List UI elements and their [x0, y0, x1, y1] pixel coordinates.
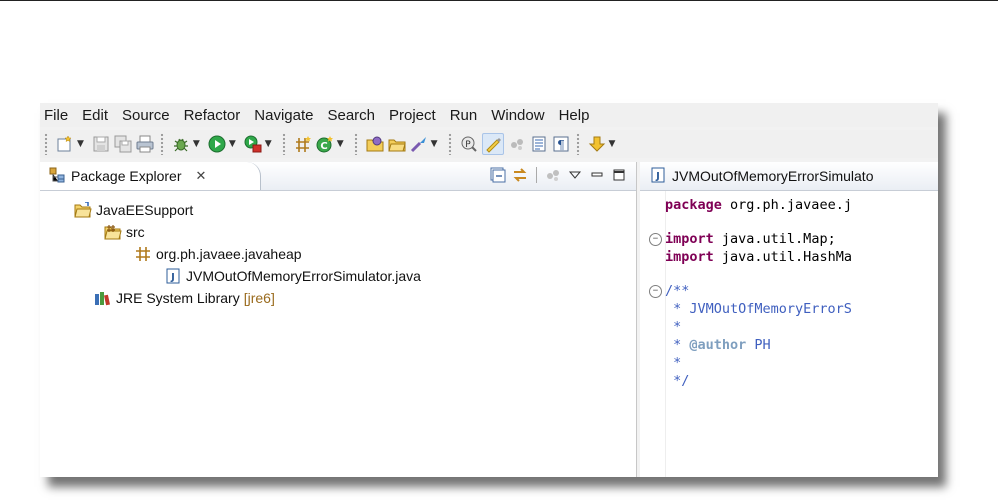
- menu-refactor[interactable]: Refactor: [177, 107, 248, 124]
- code-line: package org.ph.javaee.j: [665, 197, 852, 213]
- new-wizard-icon[interactable]: [56, 135, 74, 153]
- menu-navigate[interactable]: Navigate: [247, 107, 320, 124]
- tab-package-explorer[interactable]: Package Explorer ✕: [40, 162, 261, 190]
- eclipse-window: File Edit Source Refactor Navigate Searc…: [40, 103, 938, 477]
- open-type-icon[interactable]: [366, 135, 384, 153]
- main-toolbar: ▼ ▼ ▼ ▼ C ▼ ▼ P ¶ ▼: [40, 130, 938, 158]
- menu-file[interactable]: File: [40, 107, 75, 124]
- code-line: import java.util.HashMa: [665, 249, 852, 265]
- code-line: *: [665, 319, 682, 335]
- search-icon[interactable]: [410, 135, 428, 153]
- minimize-icon[interactable]: [589, 167, 605, 183]
- debug-dropdown-arrow[interactable]: ▼: [193, 139, 200, 149]
- svg-text:C: C: [320, 141, 327, 152]
- editor-tab-title: JVMOutOfMemoryErrorSimulato: [672, 168, 874, 184]
- next-annotation-icon[interactable]: [588, 135, 606, 153]
- package-explorer-view: Package Explorer ✕ JavaEESupport src org…: [40, 162, 637, 477]
- search-dropdown-arrow[interactable]: ▼: [431, 139, 438, 149]
- view-toolbar: [487, 167, 630, 183]
- code-line: * @author PH: [665, 337, 771, 353]
- new-java-class-icon[interactable]: C: [316, 135, 334, 153]
- package-explorer-icon: [49, 167, 65, 186]
- new-dropdown-arrow[interactable]: ▼: [77, 139, 84, 149]
- print-icon[interactable]: [136, 135, 154, 153]
- svg-text:J: J: [170, 272, 175, 283]
- collapse-all-icon[interactable]: [490, 167, 506, 183]
- toolbar-grip[interactable]: [575, 133, 580, 155]
- tree-item-src[interactable]: src: [104, 221, 145, 243]
- block-selection-icon[interactable]: [508, 135, 526, 153]
- fold-icon[interactable]: −: [649, 233, 662, 246]
- menu-bar: File Edit Source Refactor Navigate Searc…: [40, 103, 938, 127]
- code-line: */: [665, 373, 690, 389]
- tree-item-jre-library[interactable]: JRE System Library [jre6]: [94, 287, 275, 309]
- java-file-icon: J: [650, 167, 666, 186]
- code-line: /**: [665, 283, 690, 299]
- svg-text:¶: ¶: [557, 138, 565, 152]
- annotation-dropdown-arrow[interactable]: ▼: [609, 139, 616, 149]
- java-file-label: JVMOutOfMemoryErrorSimulator.java: [186, 268, 421, 284]
- new-java-package-icon[interactable]: [294, 135, 312, 153]
- open-task-icon[interactable]: [387, 135, 406, 153]
- toolbar-grip[interactable]: [44, 133, 48, 155]
- page-top-rule: [0, 0, 998, 1]
- src-label: src: [126, 224, 145, 240]
- tree-item-java-file[interactable]: J JVMOutOfMemoryErrorSimulator.java: [164, 265, 421, 287]
- code-line: * JVMOutOfMemoryErrorS: [665, 301, 852, 317]
- toggle-mark-occurrences-icon[interactable]: P: [460, 135, 478, 153]
- toolbar-grip[interactable]: [281, 133, 286, 155]
- view-menu-icon[interactable]: [567, 167, 583, 183]
- menu-run[interactable]: Run: [443, 107, 485, 124]
- toolbar-grip[interactable]: [353, 133, 358, 155]
- svg-text:P: P: [465, 140, 471, 150]
- menu-edit[interactable]: Edit: [75, 107, 115, 124]
- code-line: import java.util.Map;: [665, 231, 836, 247]
- library-label: JRE System Library: [116, 290, 240, 306]
- library-icon: [94, 289, 112, 307]
- tree-item-package[interactable]: org.ph.javaee.javaheap: [134, 243, 302, 265]
- tab-java-file[interactable]: J JVMOutOfMemoryErrorSimulato: [640, 162, 938, 191]
- maximize-icon[interactable]: [611, 167, 627, 183]
- menu-project[interactable]: Project: [382, 107, 443, 124]
- project-label: JavaEESupport: [96, 202, 194, 218]
- package-icon: [134, 245, 152, 263]
- view-toolbar-separator: [536, 167, 537, 183]
- run-external-tools-icon[interactable]: [244, 135, 262, 153]
- code-area[interactable]: package org.ph.javaee.j − import java.ut…: [640, 191, 938, 477]
- focus-on-active-task-icon[interactable]: [545, 167, 561, 183]
- toolbar-grip[interactable]: [159, 133, 164, 155]
- package-label: org.ph.javaee.javaheap: [156, 246, 302, 262]
- library-decoration: [jre6]: [243, 290, 275, 306]
- fold-icon[interactable]: −: [649, 285, 662, 298]
- java-project-icon: [74, 201, 92, 219]
- link-with-editor-icon[interactable]: [512, 167, 528, 183]
- java-file-icon: J: [164, 267, 182, 285]
- menu-search[interactable]: Search: [320, 107, 382, 124]
- svg-text:J: J: [655, 171, 660, 182]
- toolbar-grip[interactable]: [447, 133, 452, 155]
- show-whitespace-icon[interactable]: [530, 135, 548, 153]
- debug-icon[interactable]: [172, 135, 190, 153]
- code-line: *: [665, 355, 682, 371]
- java-editor: J JVMOutOfMemoryErrorSimulato package or…: [640, 162, 938, 477]
- save-icon[interactable]: [92, 135, 110, 153]
- source-folder-icon: [104, 223, 122, 241]
- new-class-dropdown-arrow[interactable]: ▼: [337, 139, 344, 149]
- run-icon[interactable]: [208, 135, 226, 153]
- menu-help[interactable]: Help: [552, 107, 597, 124]
- run-dropdown-arrow[interactable]: ▼: [229, 139, 236, 149]
- package-explorer-tab-bar: Package Explorer ✕: [40, 162, 636, 191]
- menu-window[interactable]: Window: [484, 107, 551, 124]
- show-source-icon[interactable]: ¶: [552, 135, 570, 153]
- highlight-icon[interactable]: [481, 133, 504, 155]
- save-all-icon[interactable]: [114, 135, 132, 153]
- menu-source[interactable]: Source: [115, 107, 177, 124]
- external-tools-dropdown-arrow[interactable]: ▼: [265, 139, 272, 149]
- tree-item-project[interactable]: JavaEESupport: [74, 199, 193, 221]
- close-icon[interactable]: ✕: [196, 168, 207, 184]
- package-explorer-title: Package Explorer: [71, 168, 182, 184]
